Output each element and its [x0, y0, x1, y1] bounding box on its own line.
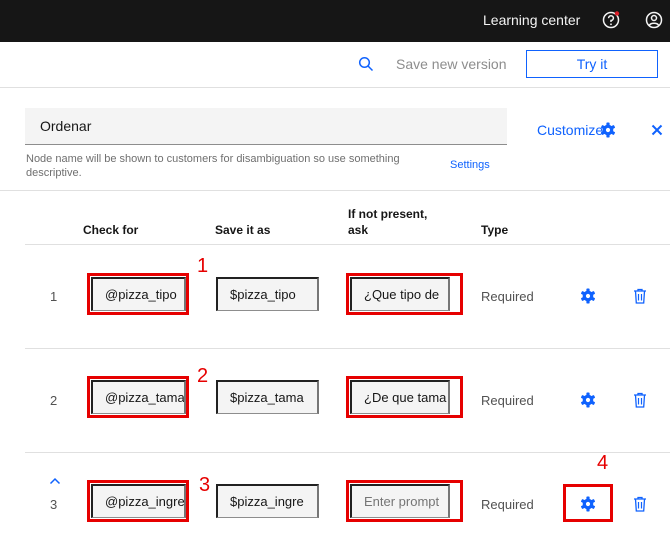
annotation-box	[87, 273, 189, 315]
gear-icon[interactable]	[600, 122, 616, 138]
row-divider	[25, 244, 670, 245]
row-divider	[25, 348, 670, 349]
annotation-number: 4	[597, 452, 609, 474]
column-header-if-not-present-line1: If not present,	[348, 207, 428, 221]
chevron-up-icon[interactable]	[49, 473, 61, 485]
save-as-input[interactable]	[216, 380, 319, 414]
annotation-number: 1	[197, 255, 209, 277]
learning-center-link[interactable]: Learning center	[483, 12, 580, 28]
divider	[0, 87, 670, 88]
column-header-if-not-present: If not present, ask	[348, 206, 427, 238]
column-header-save-it-as: Save it as	[215, 223, 271, 237]
user-avatar-icon[interactable]	[644, 10, 664, 30]
save-as-input[interactable]	[216, 277, 319, 311]
column-header-if-not-present-line2: ask	[348, 223, 369, 237]
type-value: Required	[481, 497, 534, 512]
column-header-type: Type	[481, 223, 509, 237]
node-name-helper-text: Node name will be shown to customers for…	[26, 153, 400, 179]
close-icon[interactable]	[651, 123, 663, 136]
gear-icon[interactable]	[580, 392, 596, 408]
try-it-button[interactable]: Try it	[526, 50, 658, 78]
save-as-input[interactable]	[216, 484, 319, 518]
trash-icon[interactable]	[633, 288, 647, 304]
type-value: Required	[481, 393, 534, 408]
row-number: 2	[50, 393, 58, 408]
annotation-box	[346, 480, 463, 522]
divider	[0, 190, 670, 191]
top-bar: Learning center	[0, 0, 670, 42]
type-value: Required	[481, 289, 534, 304]
gear-icon[interactable]	[580, 288, 596, 304]
trash-icon[interactable]	[633, 392, 647, 408]
annotation-number: 3	[199, 474, 211, 496]
annotation-box	[346, 376, 463, 418]
help-icon[interactable]	[601, 10, 621, 30]
customize-link[interactable]: Customize	[537, 122, 603, 138]
search-icon[interactable]	[358, 56, 374, 72]
column-header-check-for: Check for	[83, 223, 139, 237]
annotation-box	[563, 484, 613, 522]
annotation-box	[87, 376, 189, 418]
save-new-version-button[interactable]: Save new version	[396, 56, 507, 72]
node-name-input[interactable]	[25, 108, 507, 145]
row-number: 1	[50, 289, 58, 304]
row-divider	[25, 452, 670, 453]
trash-icon[interactable]	[633, 496, 647, 512]
settings-link[interactable]: Settings	[450, 159, 490, 171]
annotation-box	[87, 480, 189, 522]
annotation-box	[346, 273, 463, 315]
annotation-number: 2	[197, 365, 209, 387]
row-number: 3	[50, 497, 58, 512]
